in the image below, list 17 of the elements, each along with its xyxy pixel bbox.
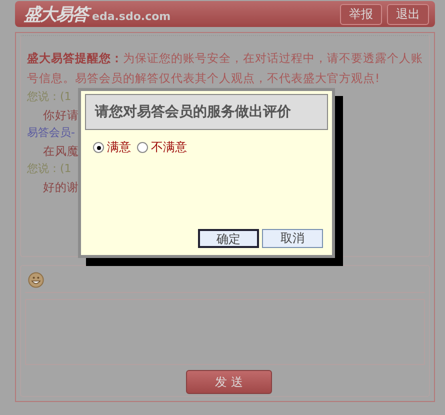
message-text: 你好请 — [43, 107, 79, 124]
send-button[interactable]: 发 送 — [186, 370, 272, 394]
notice-text: 盛大易答提醒您：为保证您的账号安全，在对话过程中，请不要透露个人账号信息。易答会员的解答仅代表其个人观点，不代表盛大官方观点! — [27, 50, 423, 87]
message-text: 好的谢 — [43, 179, 79, 196]
dialog-button[interactable]: 确定 — [198, 229, 259, 248]
message-speaker: 易答会员- — [27, 125, 75, 141]
message-text: 在风魔 — [43, 143, 79, 160]
rating-option[interactable]: 不满意 — [137, 139, 187, 156]
dialog-button[interactable]: 取消 — [262, 229, 323, 248]
dialog-title: 请您对易答会员的服务做出评价 — [85, 94, 328, 130]
site-domain: eda.sdo.com — [92, 10, 171, 22]
message-speaker: 您说：(1 — [27, 161, 72, 177]
message-speaker: 您说：(1 — [27, 89, 72, 105]
header-button[interactable]: 举报 — [340, 4, 382, 24]
smiley-icon[interactable] — [28, 272, 44, 288]
header-button[interactable]: 退出 — [387, 4, 429, 24]
rating-option[interactable]: 满意 — [93, 139, 131, 156]
